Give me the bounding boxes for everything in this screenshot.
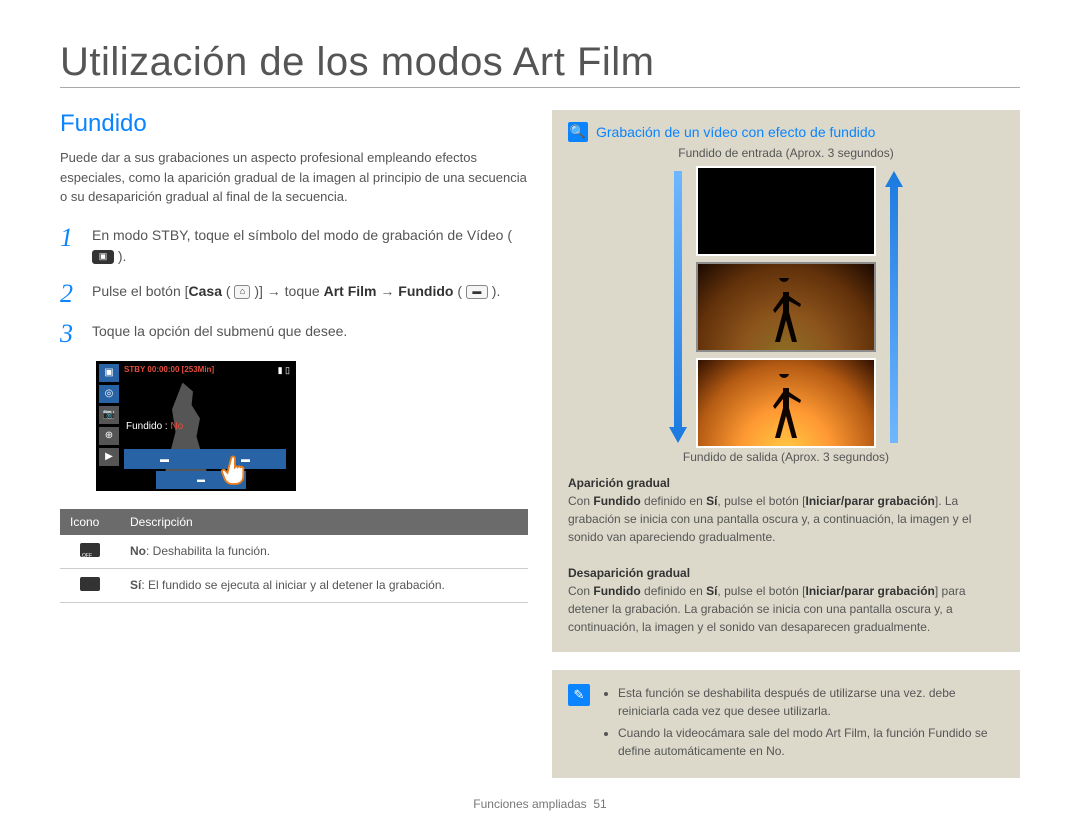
off-icon <box>80 543 100 557</box>
page-footer: Funciones ampliadas 51 <box>0 797 1080 811</box>
icon-description-table: Icono Descripción No: Deshabilita la fun… <box>60 509 528 603</box>
screen-zoom-icon: ⊕ <box>99 427 119 445</box>
arrow-up-icon <box>884 167 904 447</box>
example-title: Grabación de un vídeo con efecto de fund… <box>596 124 875 140</box>
step-text: En modo STBY, toque el símbolo del modo … <box>92 227 512 243</box>
row-desc: : Deshabilita la función. <box>146 544 270 558</box>
table-header-icon: Icono <box>60 509 120 535</box>
screen-fundido-label: Fundido : <box>126 421 170 432</box>
step-number: 1 <box>60 225 78 267</box>
camera-screen-illustration: ▣ ◎ 📷 ⊕ ▶ STBY 00:00:00 [253Min] ▮ ▯ Fun… <box>96 361 296 491</box>
home-icon: ⌂ <box>234 285 250 299</box>
on-icon <box>80 577 100 591</box>
note-item: Esta función se deshabilita después de u… <box>618 684 1004 720</box>
footer-label: Funciones ampliadas <box>473 797 586 811</box>
thumbnail-black <box>696 166 876 256</box>
thumbnail-sunset-dim <box>696 262 876 352</box>
row-label: No <box>130 544 146 558</box>
row-label: Sí <box>130 578 141 592</box>
intro-text: Puede dar a sus grabaciones un aspecto p… <box>60 148 528 207</box>
table-row: Sí: El fundido se ejecuta al iniciar y a… <box>60 568 528 602</box>
fade-in-heading: Aparición gradual <box>568 476 670 490</box>
screen-camera-icon: 📷 <box>99 406 119 424</box>
row-desc: : El fundido se ejecuta al iniciar y al … <box>141 578 445 592</box>
screen-battery-icon: ▮ ▯ <box>278 365 290 376</box>
step-3: 3 Toque la opción del submenú que desee. <box>60 321 528 347</box>
section-heading: Fundido <box>60 110 528 138</box>
screen-fundido-value: No <box>170 421 183 432</box>
page-title: Utilización de los modos Art Film <box>60 40 1020 88</box>
caption-fade-out: Fundido de salida (Aprox. 3 segundos) <box>568 450 1004 464</box>
step-2: 2 Pulse el botón [Casa ( ⌂ )] → toque Ar… <box>60 281 528 307</box>
left-column: Fundido Puede dar a sus grabaciones un a… <box>60 110 528 778</box>
right-column: 🔍 Grabación de un vídeo con efecto de fu… <box>552 110 1020 778</box>
note-item: Cuando la videocámara sale del modo Art … <box>618 724 1004 760</box>
fundido-icon: ▬ <box>466 285 488 299</box>
screen-play-icon: ▶ <box>99 448 119 466</box>
casa-label: Casa <box>189 283 222 299</box>
magnifier-icon: 🔍 <box>568 122 588 142</box>
screen-option-bar: ▬▬ <box>124 449 286 469</box>
footer-page-number: 51 <box>593 797 606 811</box>
table-header-desc: Descripción <box>120 509 528 535</box>
step-text: Pulse el botón [ <box>92 283 189 299</box>
artfilm-label: Art Film <box>324 283 377 299</box>
screen-video-icon: ▣ <box>99 364 119 382</box>
video-mode-icon: ▣ <box>92 250 114 264</box>
step-text: Toque la opción del submenú que desee. <box>92 321 347 347</box>
arrow-down-icon <box>668 167 688 447</box>
step-number: 2 <box>60 281 78 307</box>
note-box: ✎ Esta función se deshabilita después de… <box>552 670 1020 778</box>
caption-fade-in: Fundido de entrada (Aprox. 3 segundos) <box>568 146 1004 160</box>
example-box: 🔍 Grabación de un vídeo con efecto de fu… <box>552 110 1020 652</box>
screen-icon: ◎ <box>99 385 119 403</box>
screen-status: STBY 00:00:00 [253Min] <box>124 365 214 374</box>
thumbnail-sunset <box>696 358 876 448</box>
steps-list: 1 En modo STBY, toque el símbolo del mod… <box>60 225 528 347</box>
touch-hand-icon <box>220 455 248 485</box>
table-row: No: Deshabilita la función. <box>60 535 528 569</box>
fade-out-heading: Desaparición gradual <box>568 566 690 580</box>
note-icon: ✎ <box>568 684 590 706</box>
fundido-label: Fundido <box>398 283 453 299</box>
step-number: 3 <box>60 321 78 347</box>
step-text-post: ). <box>114 248 126 264</box>
step-1: 1 En modo STBY, toque el símbolo del mod… <box>60 225 528 267</box>
